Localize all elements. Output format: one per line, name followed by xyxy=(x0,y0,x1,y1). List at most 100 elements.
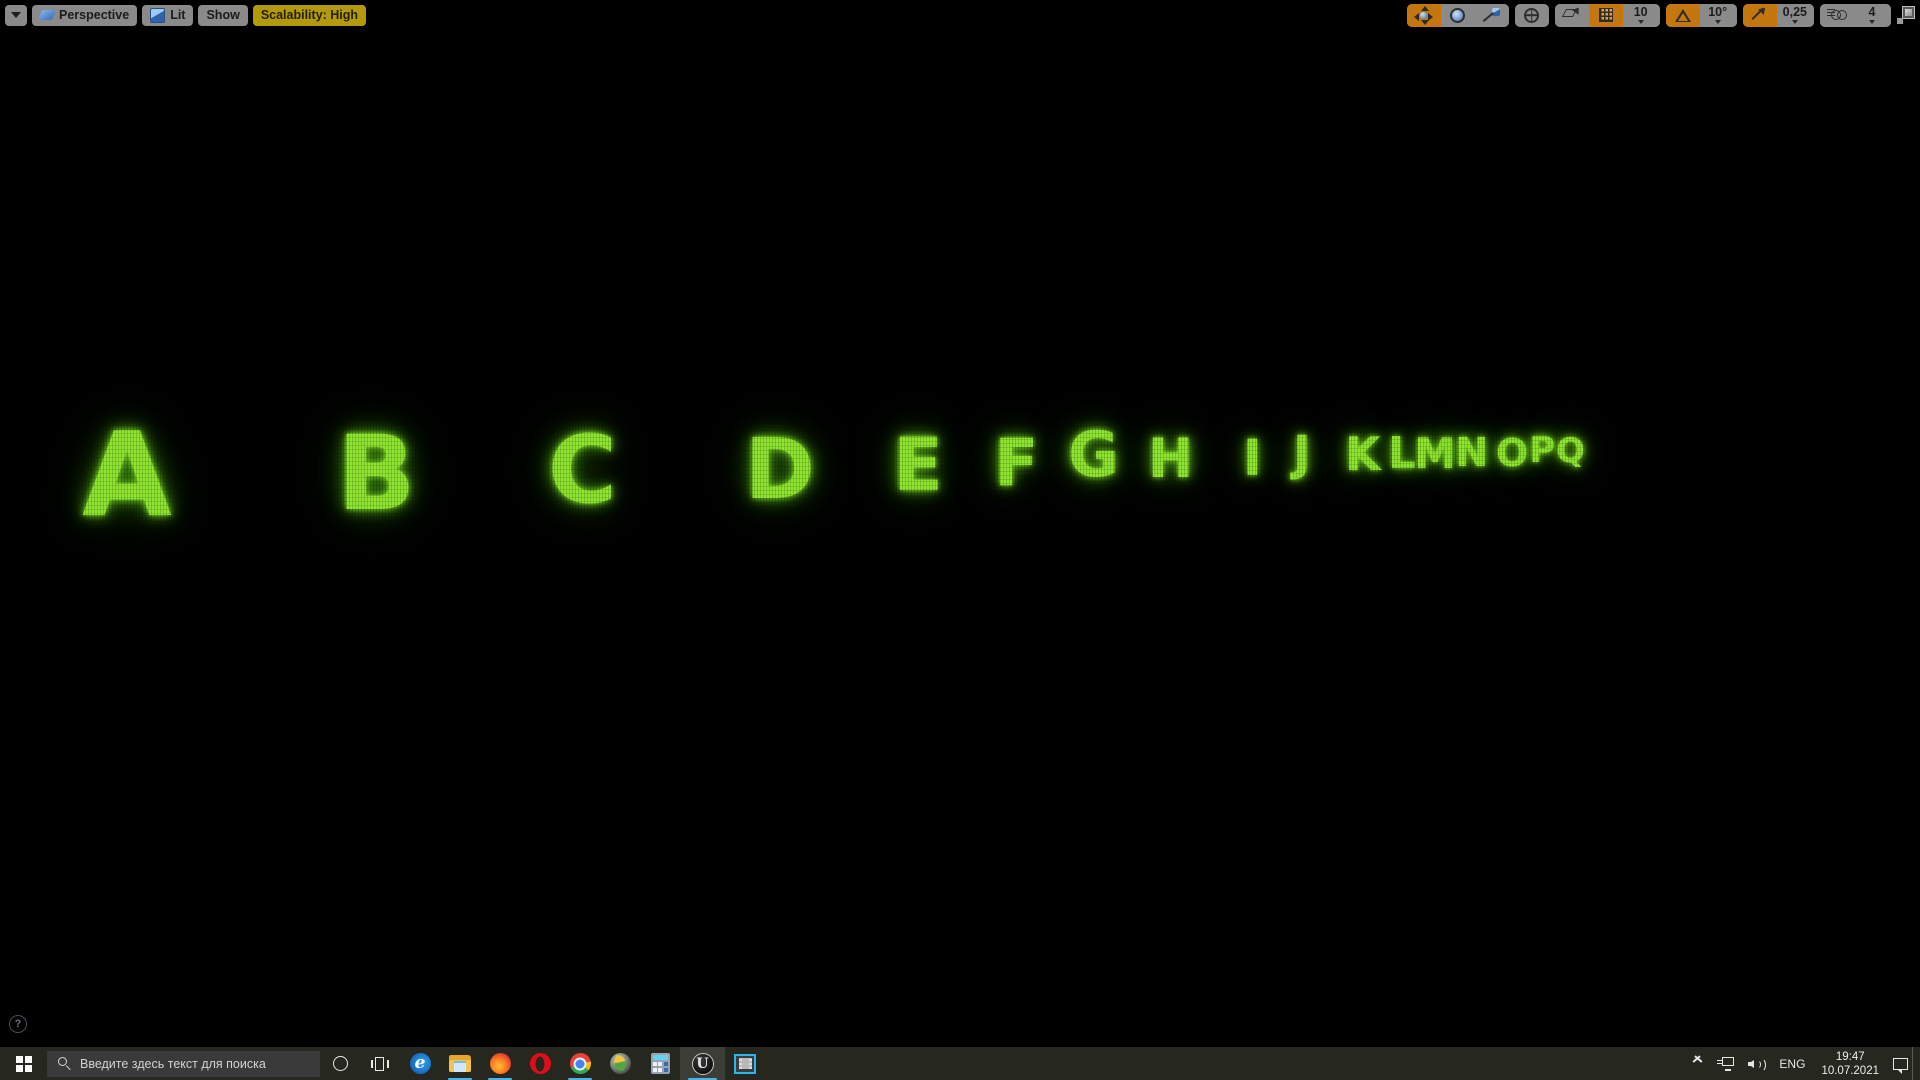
coordinate-system-button[interactable] xyxy=(1514,3,1549,27)
diagonal-arrow-icon xyxy=(1751,4,1769,23)
taskbar-calculator[interactable] xyxy=(640,1047,680,1080)
chevron-down-icon xyxy=(1869,20,1875,24)
opera-icon xyxy=(529,1053,551,1074)
scale-snap-toggle[interactable] xyxy=(1742,3,1777,27)
scale-snap-value: 0,25 xyxy=(1782,5,1807,19)
scale-snap-group: 0,25 xyxy=(1742,3,1814,27)
camera-speed-button[interactable] xyxy=(1820,3,1854,27)
rotate-gizmo-icon xyxy=(1450,7,1466,23)
taskbar-task-view[interactable] xyxy=(360,1047,400,1080)
surface-snap-button[interactable] xyxy=(1554,3,1589,27)
camera-speed-value: 4 xyxy=(1868,5,1876,19)
notification-center-button[interactable] xyxy=(1888,1047,1912,1080)
taskbar-unreal-engine[interactable]: U xyxy=(680,1047,725,1080)
letter-mesh-l[interactable]: L xyxy=(1388,432,1417,476)
tray-network-button[interactable] xyxy=(1710,1047,1741,1080)
show-label: Show xyxy=(206,8,240,22)
taskbar-edge[interactable] xyxy=(400,1047,440,1080)
taskbar-video-editor[interactable] xyxy=(725,1047,765,1080)
letter-mesh-c[interactable]: C xyxy=(548,424,617,518)
taskbar-chrome[interactable] xyxy=(560,1047,600,1080)
taskbar-firefox[interactable] xyxy=(480,1047,520,1080)
taskbar-app-buttons: U xyxy=(320,1047,765,1080)
circle-icon xyxy=(332,1056,348,1071)
letter-mesh-o[interactable]: O xyxy=(1496,434,1529,472)
edge-icon xyxy=(409,1053,431,1074)
windows-logo-icon xyxy=(15,1055,32,1072)
letter-mesh-j[interactable]: J xyxy=(1293,430,1311,478)
surface-snap-group: 10 xyxy=(1554,3,1660,27)
view-mode-perspective-button[interactable]: Perspective xyxy=(32,4,138,26)
angle-snap-group: 10° xyxy=(1665,3,1737,27)
clock-time: 19:47 xyxy=(1835,1050,1865,1063)
transform-gizmo-group xyxy=(1406,3,1509,27)
letter-mesh-d[interactable]: D xyxy=(745,427,815,511)
tray-language-indicator[interactable]: ENG xyxy=(1772,1047,1812,1080)
rotate-gizmo-button[interactable] xyxy=(1440,3,1475,27)
unreal-icon: U xyxy=(691,1052,714,1075)
taskbar-file-explorer[interactable] xyxy=(440,1047,480,1080)
taskbar-cortana[interactable] xyxy=(320,1047,360,1080)
coordinate-system-group xyxy=(1514,3,1549,27)
show-menu-button[interactable]: Show xyxy=(198,4,248,26)
scale-snap-value-dropdown[interactable]: 0,25 xyxy=(1776,3,1814,27)
letter-mesh-h[interactable]: H xyxy=(1148,432,1194,486)
letter-mesh-e[interactable]: E xyxy=(893,429,943,502)
letter-mesh-k[interactable]: K xyxy=(1345,431,1381,477)
angle-icon xyxy=(1674,8,1691,22)
taskbar-opera[interactable] xyxy=(520,1047,560,1080)
misc-app-icon xyxy=(609,1053,631,1074)
grid-snap-toggle[interactable] xyxy=(1588,3,1623,27)
chevron-down-icon xyxy=(1714,20,1721,24)
view-mode-lit-button[interactable]: Lit xyxy=(142,4,194,26)
alphabet-mesh-row: A B C D EFGHIJKLMNOPQ xyxy=(0,0,1920,1047)
chevron-down-icon xyxy=(1637,20,1644,24)
letter-mesh-g[interactable]: G xyxy=(1068,424,1119,486)
perspective-label: Perspective xyxy=(59,8,130,22)
letter-mesh-b[interactable]: B xyxy=(337,423,416,526)
maximize-viewport-button[interactable] xyxy=(1897,6,1915,24)
letter-mesh-f[interactable]: F xyxy=(994,431,1039,496)
surface-snap-icon xyxy=(1561,4,1582,23)
letter-mesh-i[interactable]: I xyxy=(1243,433,1262,483)
viewport-toolbar-right: 10 10° 0,25 4 xyxy=(1406,3,1920,27)
letter-mesh-a[interactable]: A xyxy=(82,418,172,534)
letter-mesh-n[interactable]: N xyxy=(1455,433,1489,473)
tray-overflow-button[interactable] xyxy=(1686,1047,1710,1080)
search-icon xyxy=(58,1057,71,1070)
letter-mesh-p[interactable]: P xyxy=(1529,433,1556,469)
angle-snap-value-dropdown[interactable]: 10° xyxy=(1699,3,1737,27)
viewport-options-dropdown[interactable] xyxy=(5,4,27,26)
tray-volume-button[interactable] xyxy=(1741,1047,1772,1080)
viewport-help-icon[interactable]: ? xyxy=(9,1015,27,1033)
move-gizmo-icon xyxy=(1414,5,1434,25)
network-icon xyxy=(1717,1056,1735,1071)
tray-clock[interactable]: 19:47 10.07.2021 xyxy=(1812,1047,1888,1080)
show-desktop-button[interactable] xyxy=(1912,1047,1920,1080)
firefox-icon xyxy=(489,1053,511,1074)
scale-gizmo-button[interactable] xyxy=(1474,3,1509,27)
chrome-icon xyxy=(569,1053,591,1074)
perspective-icon xyxy=(37,10,57,20)
scale-gizmo-icon xyxy=(1482,7,1501,23)
angle-snap-toggle[interactable] xyxy=(1665,3,1700,27)
translate-gizmo-button[interactable] xyxy=(1406,3,1441,27)
camera-icon xyxy=(1827,9,1847,22)
scalability-label: Scalability: High xyxy=(260,8,359,22)
grid-snap-value-dropdown[interactable]: 10 xyxy=(1622,3,1660,27)
unreal-editor-fullscreen-viewport: A B C D EFGHIJKLMNOPQ Perspective Lit Show S… xyxy=(0,0,1920,1080)
taskbar-search-box[interactable]: Введите здесь текст для поиска xyxy=(47,1050,320,1077)
grid-snap-value: 10 xyxy=(1633,5,1648,19)
speech-bubble-icon xyxy=(1892,1057,1908,1074)
calculator-icon xyxy=(650,1053,670,1074)
scalability-menu-button[interactable]: Scalability: High xyxy=(252,4,367,26)
letter-mesh-m[interactable]: M xyxy=(1414,433,1456,475)
level-viewport[interactable]: A B C D EFGHIJKLMNOPQ Perspective Lit Show S… xyxy=(0,0,1920,1047)
search-placeholder: Введите здесь текст для поиска xyxy=(80,1056,266,1071)
taskbar-misc-app[interactable] xyxy=(600,1047,640,1080)
letter-mesh-q[interactable]: Q xyxy=(1556,434,1585,468)
chevron-down-icon xyxy=(11,12,21,18)
lit-label: Lit xyxy=(170,8,186,22)
start-button[interactable] xyxy=(0,1047,47,1080)
camera-speed-value-dropdown[interactable]: 4 xyxy=(1854,3,1891,27)
